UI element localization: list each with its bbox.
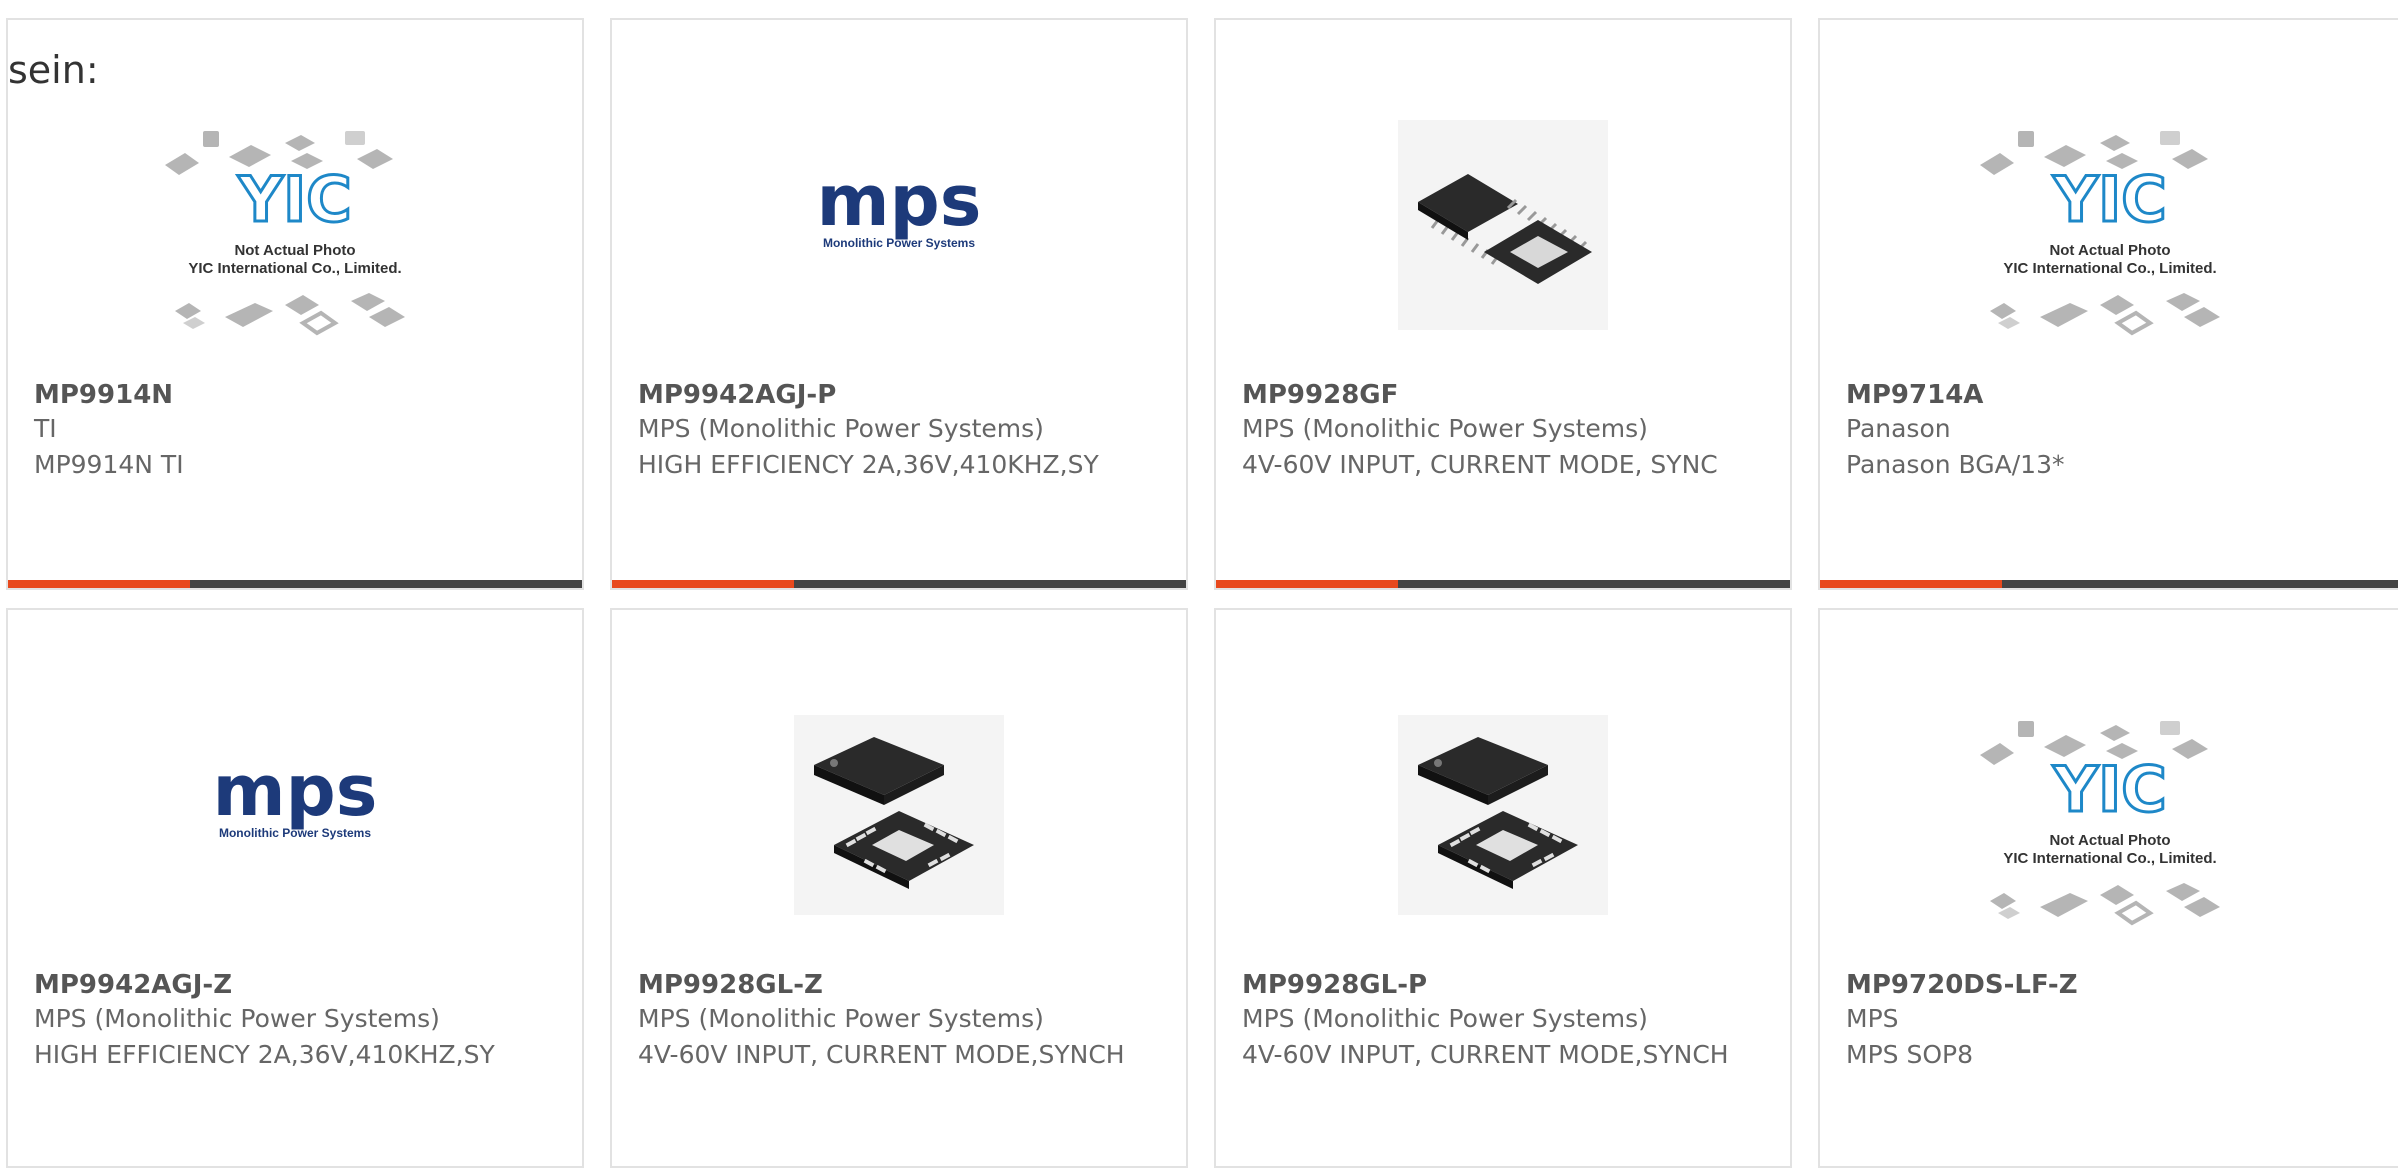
card-bottom-bar [1820,580,2398,588]
mps-logo-text: mps [817,165,982,242]
product-manufacturer: MPS (Monolithic Power Systems) [1242,1004,1648,1033]
product-card[interactable]: MP9928GL-P MPS (Monolithic Power Systems… [1214,608,1792,1168]
product-description: HIGH EFFICIENCY 2A,36V,410KHZ,SY [34,1040,495,1069]
product-image-mps-logo[interactable]: mps Monolithic Power Systems [612,80,1186,370]
product-card[interactable]: MP9928GF MPS (Monolithic Power Systems) … [1214,18,1792,590]
product-card[interactable]: mps Monolithic Power Systems MP9942AGJ-P… [610,18,1188,590]
company-name-text: YIC International Co., Limited. [2003,850,2216,867]
yic-logo: YIC [2052,753,2166,826]
product-part-number[interactable]: MP9928GL-P [1242,970,1427,1000]
mps-logo-image: mps Monolithic Power Systems [213,755,378,840]
product-manufacturer: Panason [1846,414,1951,443]
product-part-number[interactable]: MP9720DS-LF-Z [1846,970,2078,1000]
company-name-text: YIC International Co., Limited. [188,260,401,277]
product-image-placeholder[interactable]: YIC Not Actual Photo YIC International C… [1820,80,2398,370]
product-part-number[interactable]: MP9928GL-Z [638,970,823,1000]
card-bar-accent [1820,580,2002,588]
card-bar-accent [1216,580,1398,588]
product-image-placeholder[interactable]: YIC Not Actual Photo YIC International C… [1820,670,2398,960]
placeholder-image: YIC Not Actual Photo YIC International C… [1980,721,2220,926]
product-manufacturer: TI [34,414,57,443]
placeholder-image: YIC Not Actual Photo YIC International C… [1980,131,2220,336]
not-actual-photo-text: Not Actual Photo [2049,242,2170,259]
product-grid: YIC Not Actual Photo YIC International C… [0,0,2398,1168]
product-image-qfn[interactable] [612,670,1186,960]
product-image-mps-logo[interactable]: mps Monolithic Power Systems [8,670,582,960]
product-image-qfn[interactable] [1216,670,1790,960]
product-card[interactable]: YIC Not Actual Photo YIC International C… [1818,18,2398,590]
not-actual-photo-text: Not Actual Photo [2049,832,2170,849]
product-part-number[interactable]: MP9714A [1846,380,1983,410]
card-bar-accent [8,580,190,588]
placeholder-image: YIC Not Actual Photo YIC International C… [165,131,405,336]
mps-logo-image: mps Monolithic Power Systems [817,165,982,250]
partial-heading-text: sein: [8,48,99,92]
qfn-chip-image [1398,715,1608,915]
card-bottom-bar [612,580,1186,588]
product-part-number[interactable]: MP9914N [34,380,173,410]
yic-logo: YIC [237,163,351,236]
card-bottom-bar [1216,580,1790,588]
product-image-placeholder[interactable]: YIC Not Actual Photo YIC International C… [8,80,582,370]
product-card[interactable]: YIC Not Actual Photo YIC International C… [6,18,584,590]
product-part-number[interactable]: MP9928GF [1242,380,1398,410]
not-actual-photo-text: Not Actual Photo [234,242,355,259]
product-description: MP9914N TI [34,450,184,479]
qfn-chip-image [794,715,1004,915]
card-bottom-bar [8,580,582,588]
mps-tagline: Monolithic Power Systems [219,826,371,840]
product-manufacturer: MPS (Monolithic Power Systems) [34,1004,440,1033]
company-name-text: YIC International Co., Limited. [2003,260,2216,277]
product-card[interactable]: MP9928GL-Z MPS (Monolithic Power Systems… [610,608,1188,1168]
product-manufacturer: MPS (Monolithic Power Systems) [1242,414,1648,443]
mps-tagline: Monolithic Power Systems [823,236,975,250]
product-description: 4V-60V INPUT, CURRENT MODE,SYNCH [638,1040,1125,1069]
product-manufacturer: MPS (Monolithic Power Systems) [638,414,1044,443]
product-manufacturer: MPS (Monolithic Power Systems) [638,1004,1044,1033]
product-manufacturer: MPS [1846,1004,1899,1033]
product-part-number[interactable]: MP9942AGJ-P [638,380,836,410]
card-bar-accent [612,580,794,588]
mps-logo-text: mps [213,755,378,832]
product-description: HIGH EFFICIENCY 2A,36V,410KHZ,SY [638,450,1099,479]
product-card[interactable]: YIC Not Actual Photo YIC International C… [1818,608,2398,1168]
product-description: Panason BGA/13* [1846,450,2065,479]
product-part-number[interactable]: MP9942AGJ-Z [34,970,232,1000]
tssop-chip-image [1398,120,1608,330]
product-card[interactable]: mps Monolithic Power Systems MP9942AGJ-Z… [6,608,584,1168]
product-description: MPS SOP8 [1846,1040,1973,1069]
product-image-tssop[interactable] [1216,80,1790,370]
product-description: 4V-60V INPUT, CURRENT MODE,SYNCH [1242,1040,1729,1069]
yic-logo: YIC [2052,163,2166,236]
product-description: 4V-60V INPUT, CURRENT MODE, SYNC [1242,450,1718,479]
